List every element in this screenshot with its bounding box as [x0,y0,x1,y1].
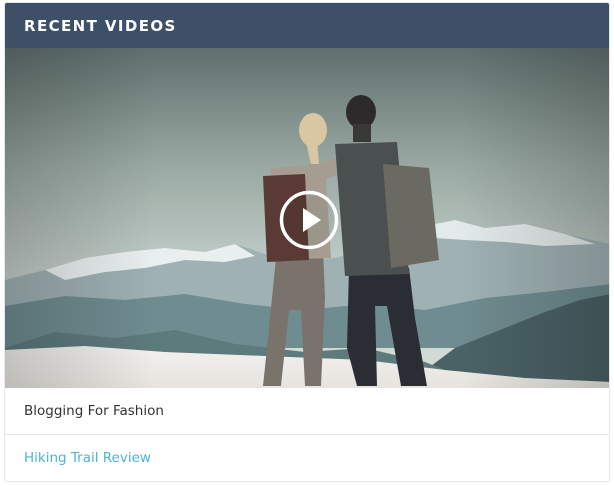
recent-videos-widget: RECENT VIDEOS Blogging For Fashion Hikin… [4,2,610,482]
widget-title: RECENT VIDEOS [24,16,177,35]
video-item-hiking-trail-review[interactable]: Hiking Trail Review [5,434,609,480]
video-item-title: Blogging For Fashion [24,403,164,419]
video-list: Blogging For Fashion Hiking Trail Review [5,388,609,480]
video-item-blogging-for-fashion[interactable]: Blogging For Fashion [5,388,609,434]
video-item-title: Hiking Trail Review [24,449,151,466]
play-circle-icon[interactable] [279,190,339,250]
video-thumbnail[interactable] [5,48,609,388]
widget-header: RECENT VIDEOS [5,3,609,48]
